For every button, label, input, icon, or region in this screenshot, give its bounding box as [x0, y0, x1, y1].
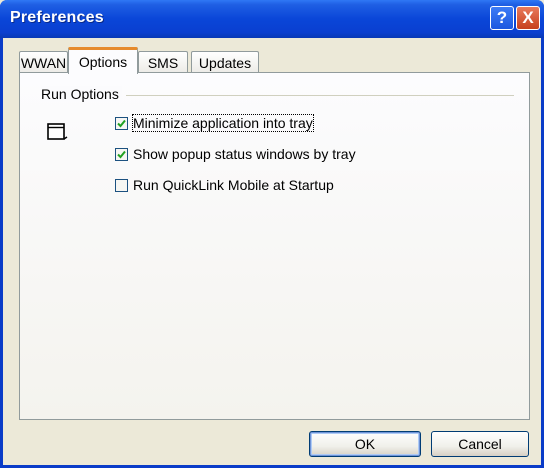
- show-popup-label: Show popup status windows by tray: [133, 146, 356, 162]
- checkmark-icon: [117, 150, 126, 158]
- ok-button[interactable]: OK: [309, 431, 421, 457]
- close-button[interactable]: X: [516, 6, 540, 30]
- option-minimize-to-tray[interactable]: Minimize application into tray: [115, 114, 314, 132]
- show-popup-checkbox[interactable]: [115, 147, 128, 161]
- option-run-at-startup[interactable]: Run QuickLink Mobile at Startup: [115, 176, 334, 194]
- group-label: Run Options: [41, 86, 122, 102]
- title-bar[interactable]: Preferences ? X: [0, 0, 544, 38]
- help-button[interactable]: ?: [490, 6, 514, 30]
- window-title: Preferences: [10, 9, 104, 26]
- tab-options[interactable]: Options: [68, 47, 138, 74]
- help-icon: ?: [496, 8, 508, 27]
- tab-wwan[interactable]: WWAN: [19, 51, 68, 73]
- tab-updates[interactable]: Updates: [191, 51, 259, 73]
- minimize-label: Minimize application into tray: [132, 114, 314, 132]
- application-window-icon: [47, 123, 68, 140]
- run-startup-checkbox[interactable]: [115, 178, 128, 192]
- options-panel: Run Options Minimize application into tr…: [19, 72, 530, 420]
- run-startup-label: Run QuickLink Mobile at Startup: [133, 177, 334, 193]
- checkmark-icon: [117, 119, 126, 127]
- tab-sms[interactable]: SMS: [138, 51, 188, 73]
- cancel-button[interactable]: Cancel: [431, 431, 529, 457]
- preferences-dialog: Preferences ? X WWAN Options SMS Updates…: [0, 0, 544, 468]
- group-divider: [126, 95, 514, 96]
- minimize-checkbox[interactable]: [115, 116, 128, 130]
- close-icon: X: [522, 8, 534, 27]
- option-show-popup[interactable]: Show popup status windows by tray: [115, 145, 356, 163]
